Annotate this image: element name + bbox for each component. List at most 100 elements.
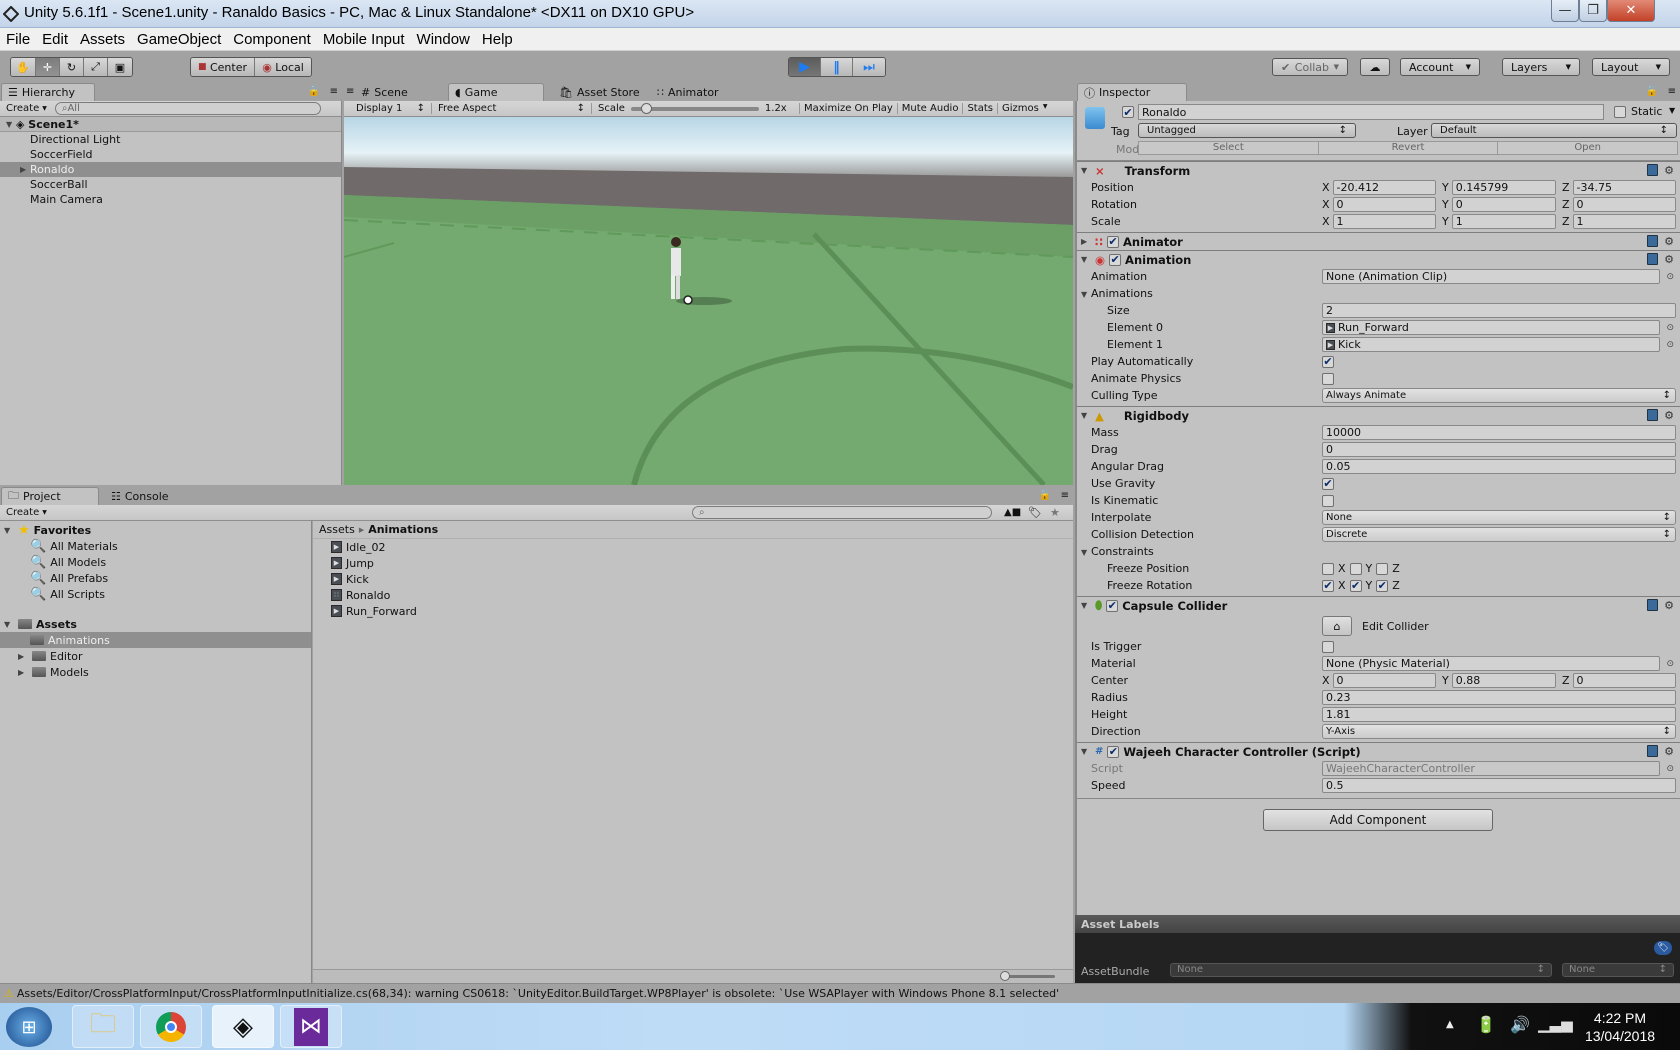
static-checkbox[interactable] xyxy=(1614,106,1626,118)
breadcrumb-animations[interactable]: Animations xyxy=(368,523,438,536)
gear-icon[interactable]: ⚙ xyxy=(1664,253,1674,266)
lock-icon[interactable]: 🔓 xyxy=(1646,86,1658,97)
script-enabled-checkbox[interactable]: ✔ xyxy=(1107,745,1120,758)
assetbundle-variant-dropdown[interactable]: None ↕ xyxy=(1562,963,1674,977)
filter-by-label-icon[interactable]: 🏷 xyxy=(1028,506,1042,519)
center-y-field[interactable]: 0.88 xyxy=(1451,673,1556,688)
help-book-icon[interactable] xyxy=(1647,164,1659,176)
freeze-position-y-checkbox[interactable] xyxy=(1349,562,1362,575)
account-dropdown[interactable]: Account ▼ xyxy=(1400,58,1480,76)
pivot-center-button[interactable]: ■ Center xyxy=(191,58,255,76)
folder-item[interactable]: Animations xyxy=(0,632,311,648)
folder-item[interactable]: ▶ Editor xyxy=(0,648,311,664)
drag-field[interactable]: 0 xyxy=(1322,442,1676,457)
scale-y-field[interactable]: 1 xyxy=(1451,214,1556,229)
scale-slider[interactable] xyxy=(630,102,759,114)
component-header[interactable]: ▼ ▲ Rigidbody ⚙ xyxy=(1077,406,1680,424)
panel-menu-icon[interactable]: ≡ xyxy=(1061,490,1069,501)
layout-dropdown[interactable]: Layout ▼ xyxy=(1592,58,1670,76)
aspect-dropdown[interactable]: Free Aspect ↕ xyxy=(432,103,592,114)
menu-file[interactable]: File xyxy=(6,31,30,48)
taskbar-unity[interactable]: ◈ xyxy=(212,1005,274,1048)
is-trigger-checkbox[interactable] xyxy=(1322,640,1334,653)
active-checkbox[interactable]: ✔ xyxy=(1122,106,1134,118)
icon-size-slider[interactable] xyxy=(1000,971,1055,981)
rotation-x-field[interactable]: 0 xyxy=(1332,197,1436,212)
tab-project[interactable]: 🗀 Project xyxy=(1,487,99,505)
favorite-item[interactable]: 🔍 All Scripts xyxy=(0,586,311,602)
scene-header[interactable]: ▼ ◈ Scene1* xyxy=(0,117,341,132)
favorite-star-icon[interactable]: ★ xyxy=(1050,506,1060,519)
menu-gameobject[interactable]: GameObject xyxy=(137,31,221,48)
rotate-tool-button[interactable]: ↻ xyxy=(60,58,84,76)
favorites-header[interactable]: ▼ ★ Favorites xyxy=(0,522,311,538)
scale-z-field[interactable]: 1 xyxy=(1572,214,1676,229)
is-kinematic-checkbox[interactable] xyxy=(1322,494,1334,507)
add-component-button[interactable]: Add Component xyxy=(1263,809,1493,831)
hierarchy-create-button[interactable]: Create ▼ xyxy=(6,103,47,114)
rotation-z-field[interactable]: 0 xyxy=(1572,197,1676,212)
gear-icon[interactable]: ⚙ xyxy=(1664,745,1674,758)
tab-game[interactable]: ◖ Game xyxy=(448,83,544,101)
help-book-icon[interactable] xyxy=(1647,745,1659,757)
menu-component[interactable]: Component xyxy=(233,31,311,48)
hierarchy-item[interactable]: SoccerBall xyxy=(0,177,341,192)
tag-dropdown[interactable]: Untagged ↕ xyxy=(1138,123,1356,138)
static-dropdown-icon[interactable]: ▼ xyxy=(1669,106,1675,115)
animations-size-field[interactable]: 2 xyxy=(1322,303,1676,318)
animator-component-header[interactable]: ▶ ∷ ✔ Animator ⚙ xyxy=(1077,232,1680,250)
lock-icon[interactable]: 🔒 xyxy=(308,86,320,97)
interpolate-dropdown[interactable]: None ↕ xyxy=(1322,510,1676,525)
animations-foldout[interactable]: ▼ Animations xyxy=(1081,287,1153,300)
object-picker-icon[interactable]: ⊙ xyxy=(1666,272,1674,282)
hierarchy-item[interactable]: ▶ Ronaldo xyxy=(0,162,341,177)
minimize-button[interactable]: — xyxy=(1551,0,1579,22)
collab-dropdown[interactable]: ✔ Collab ▼ xyxy=(1272,58,1348,76)
breadcrumb-assets[interactable]: Assets xyxy=(319,523,355,536)
folder-item[interactable]: ▶ Models xyxy=(0,664,311,680)
capsule-enabled-checkbox[interactable]: ✔ xyxy=(1106,599,1119,612)
position-z-field[interactable]: -34.75 xyxy=(1572,180,1676,195)
tab-hierarchy[interactable]: ☰ Hierarchy xyxy=(1,83,95,101)
help-book-icon[interactable] xyxy=(1647,253,1659,265)
layers-dropdown[interactable]: Layers ▼ xyxy=(1502,58,1580,76)
close-button[interactable]: ✕ xyxy=(1607,0,1655,22)
gear-icon[interactable]: ⚙ xyxy=(1664,409,1674,422)
center-x-field[interactable]: 0 xyxy=(1332,673,1436,688)
angular-drag-field[interactable]: 0.05 xyxy=(1322,459,1676,474)
help-book-icon[interactable] xyxy=(1647,599,1659,611)
icon-size-slider-thumb[interactable] xyxy=(1000,971,1010,981)
scale-slider-thumb[interactable] xyxy=(640,102,652,114)
label-tag-icon[interactable]: 🏷 xyxy=(1654,941,1672,955)
freeze-rotation-x-checkbox[interactable]: ✔ xyxy=(1322,579,1334,592)
center-z-field[interactable]: 0 xyxy=(1572,673,1676,688)
menu-help[interactable]: Help xyxy=(482,31,513,48)
collapsed-triangle-icon[interactable]: ▶ xyxy=(20,165,30,174)
tab-animator[interactable]: ∷ Animator xyxy=(650,83,746,101)
component-header[interactable]: ▼ ⬮ ✔ Capsule Collider ⚙ xyxy=(1077,596,1680,614)
status-bar[interactable]: ⚠ Assets/Editor/CrossPlatformInput/Cross… xyxy=(0,983,1680,1003)
component-header[interactable]: ▼ ◉ ✔ Animation ⚙ xyxy=(1077,250,1680,268)
maximize-button[interactable]: ❐ xyxy=(1579,0,1607,22)
maximize-on-play-toggle[interactable]: Maximize On Play xyxy=(800,103,898,114)
object-picker-icon[interactable]: ⊙ xyxy=(1666,323,1674,333)
scale-tool-button[interactable]: ⤢ xyxy=(84,58,108,76)
hierarchy-item[interactable]: SoccerField xyxy=(0,147,341,162)
use-gravity-checkbox[interactable]: ✔ xyxy=(1322,477,1334,490)
animation-element-field[interactable]: ▶ Kick xyxy=(1322,337,1660,352)
asset-file-item[interactable]: ▶ Run_Forward xyxy=(313,603,1073,619)
direction-dropdown[interactable]: Y-Axis ↕ xyxy=(1322,724,1676,739)
constraints-foldout[interactable]: ▼ Constraints xyxy=(1081,545,1154,558)
menu-assets[interactable]: Assets xyxy=(80,31,125,48)
game-viewport[interactable] xyxy=(344,117,1073,485)
panel-menu-icon[interactable]: ≡ xyxy=(330,86,338,97)
model-revert-button[interactable]: Revert xyxy=(1319,142,1499,154)
freeze-position-z-checkbox[interactable] xyxy=(1376,562,1389,575)
panel-menu-icon[interactable]: ≡ xyxy=(1668,86,1676,97)
model-select-button[interactable]: Select xyxy=(1139,142,1319,154)
menu-edit[interactable]: Edit xyxy=(42,31,68,48)
tab-console[interactable]: ☷ Console xyxy=(104,487,194,505)
position-x-field[interactable]: -20.412 xyxy=(1332,180,1436,195)
lock-icon[interactable]: 🔓 xyxy=(1039,490,1051,501)
menu-window[interactable]: Window xyxy=(417,31,470,48)
